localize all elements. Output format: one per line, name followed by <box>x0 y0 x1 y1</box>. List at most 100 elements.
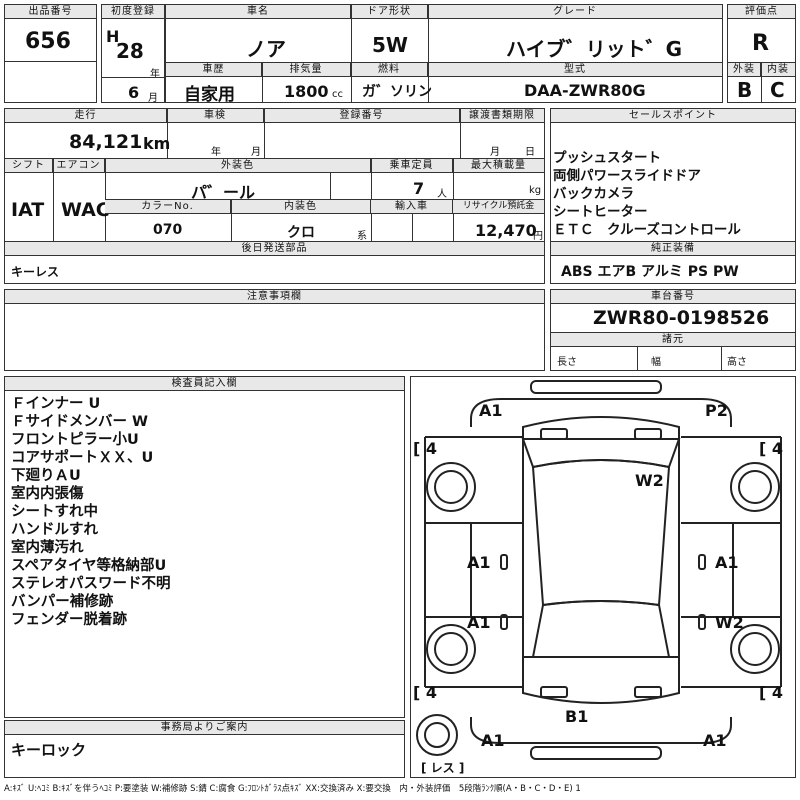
height-label: 高さ <box>727 357 747 368</box>
door-type: 5W <box>372 33 408 57</box>
damage-mark: B1 <box>565 707 589 726</box>
int-label: 内装 <box>761 63 795 77</box>
fuel: ガ゛ソリン <box>362 84 432 100</box>
car-diagram-svg <box>416 380 782 760</box>
office-box: 事務局よりご案内 キーロック <box>4 720 405 778</box>
displacement: 1800 <box>284 82 329 101</box>
sales-item: 両側パワースライドドア <box>553 168 701 184</box>
transfer-label: 譲渡書類期限 <box>460 109 544 123</box>
model-code: DAA-ZWR80G <box>524 81 646 100</box>
inspector-item: バンパー補修跡 <box>11 594 114 610</box>
sales-item: プッシュスタート <box>553 150 661 166</box>
lot-box: 出品番号 656 <box>4 4 97 103</box>
damage-mark: A1 <box>467 613 491 632</box>
chassis-box: 車台番号 ZWR80-0198526 諸元 長さ 幅 高さ <box>550 289 796 371</box>
history-label: 車歴 <box>166 63 262 77</box>
inspection-label: 車検 <box>167 109 264 123</box>
tire-rear-left: [ 4 <box>413 683 438 702</box>
inspector-item: 室内内張傷 <box>11 486 84 502</box>
spec-label: 諸元 <box>551 333 795 347</box>
chassis-label: 車台番号 <box>551 290 795 304</box>
sales-item: ＥＴＣ クルーズコントロール <box>553 222 741 238</box>
shift-label: シフト <box>5 159 53 173</box>
color-no-label: カラーNo. <box>105 200 231 214</box>
sales-item: シートヒーター <box>553 204 648 220</box>
legend: A:ｷｽﾞ U:ﾍｺﾐ B:ｷｽﾞを伴うﾍｺﾐ P:要塗装 W:補修跡 S:錆 … <box>4 784 581 794</box>
capacity-unit: 人 <box>437 189 447 200</box>
transfer-day-unit: 日 <box>525 147 535 158</box>
damage-mark: A1 <box>467 553 491 572</box>
damage-mark: W2 <box>715 613 744 632</box>
score-box: 評価点 R 外装 内装 B C <box>727 4 796 103</box>
notes-label: 注意事項欄 <box>5 290 544 304</box>
insp-month-unit: 月 <box>251 147 261 158</box>
ac: WAC <box>61 199 110 221</box>
main-spec-box: 車名 ドア形状 グレード ノア 5W ハイブ゛リット゛G 車歴 排気量 燃料 型… <box>165 4 723 105</box>
damage-mark: A1 <box>715 553 739 572</box>
recycle-label: リサイクル預託金 <box>453 200 544 214</box>
score: R <box>752 31 769 56</box>
inspector-item: コアサポートＸＸ、U <box>11 450 154 466</box>
car-name: ノア <box>246 37 286 61</box>
load-unit: kg <box>529 185 542 196</box>
ac-label: エアコン <box>53 159 105 173</box>
chassis-number: ZWR80-0198526 <box>593 307 770 329</box>
tire-front-left: [ 4 <box>413 439 438 458</box>
int-color-unit: 系 <box>357 231 367 242</box>
inspector-label: 検査員記入欄 <box>5 377 404 391</box>
mileage-unit: km <box>143 134 171 153</box>
damage-mark: A1 <box>703 731 727 750</box>
name-label: 車名 <box>166 5 351 19</box>
inspector-item: スペアタイヤ等格納部U <box>11 558 167 574</box>
capacity-label: 乗車定員 <box>371 159 453 173</box>
width-label: 幅 <box>651 357 661 368</box>
damage-diagram: [ 4 [ 4 [ 4 [ 4 A1 P2 W2 A1 A1 A1 W2 B1 … <box>410 376 796 778</box>
insp-year-unit: 年 <box>211 147 221 158</box>
score-label: 評価点 <box>728 5 795 19</box>
int-color: クロ <box>287 225 315 241</box>
int-grade: C <box>770 78 785 102</box>
inspector-item: ステレオパスワード不明 <box>11 576 171 592</box>
color-no: 070 <box>153 222 183 238</box>
shift: IAT <box>11 199 45 221</box>
import-label: 輸入車 <box>371 200 453 214</box>
sales-item: バックカメラ <box>553 186 634 202</box>
recycle-fee: 12,470 <box>475 221 537 240</box>
spare-tire-label: [ レス ] <box>421 761 465 775</box>
mileage-label: 走行 <box>5 109 167 123</box>
grade: ハイブ゛リット゛G <box>506 37 683 61</box>
ext-grade: B <box>737 78 753 102</box>
inspector-item: 室内薄汚れ <box>11 540 84 556</box>
office-label: 事務局よりご案内 <box>5 721 404 735</box>
transfer-month-unit: 月 <box>490 147 500 158</box>
tire-rear-right: [ 4 <box>759 683 784 702</box>
inspector-item: ハンドルすれ <box>11 522 98 538</box>
plate-label: 登録番号 <box>264 109 460 123</box>
inspector-list: Ｆインナー U Ｆサイドメンバー W フロントピラー小U コアサポートＸＸ、U … <box>11 395 171 629</box>
fuel-label: 燃料 <box>351 63 428 77</box>
damage-mark: P2 <box>705 401 728 420</box>
damage-mark: W2 <box>635 471 664 490</box>
color-label: 外装色 <box>105 159 371 173</box>
inspector-item: Ｆサイドメンバー W <box>11 414 149 430</box>
lot-label: 出品番号 <box>5 5 96 19</box>
lot-number: 656 <box>25 29 71 54</box>
equip-label: 純正装備 <box>551 242 795 256</box>
inspector-box: 検査員記入欄 Ｆインナー U Ｆサイドメンバー W フロントピラー小U コアサポ… <box>4 376 405 718</box>
disp-unit: cc <box>332 89 343 100</box>
length-label: 長さ <box>557 357 577 368</box>
tire-front-right: [ 4 <box>759 439 784 458</box>
inspector-item: フロントピラー小U <box>11 432 139 448</box>
sales-box: セールスポイント プッシュスタート 両側パワースライドドア バックカメラ シート… <box>550 108 796 284</box>
first-reg-label: 初度登録 <box>102 5 164 19</box>
equipment: ABS エアB アルミ PS PW <box>561 264 739 280</box>
recycle-unit: 円 <box>533 231 543 242</box>
month-unit: 月 <box>148 93 158 104</box>
inspector-item: フェンダー脱着跡 <box>11 612 127 628</box>
later-parts-label: 後日発送部品 <box>5 242 544 256</box>
damage-mark: A1 <box>479 401 503 420</box>
sales-list: プッシュスタート 両側パワースライドドア バックカメラ シートヒーター ＥＴＣ … <box>553 149 741 239</box>
int-color-label: 内装色 <box>231 200 371 214</box>
inspector-item: Ｆインナー U <box>11 396 101 412</box>
mileage: 84,121 <box>69 131 143 153</box>
